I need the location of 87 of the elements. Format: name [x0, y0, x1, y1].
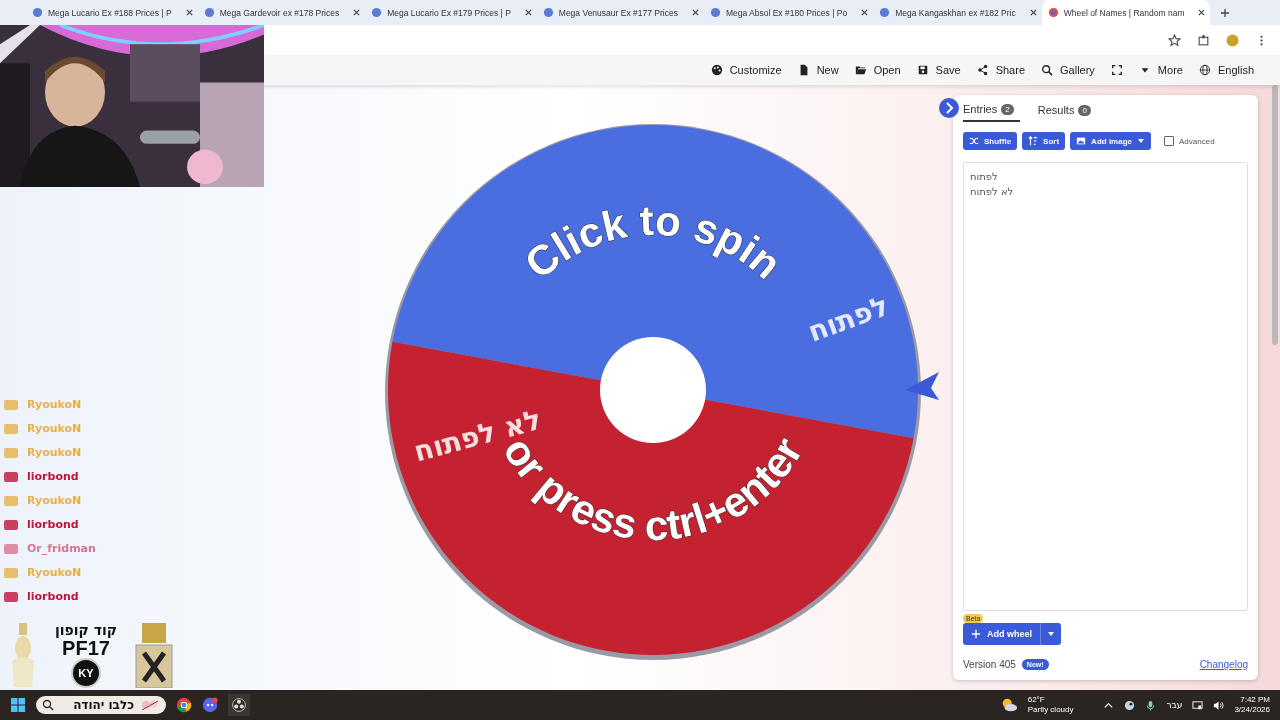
- chat-username: RyoukoN: [27, 422, 82, 435]
- checkbox[interactable]: [1164, 136, 1174, 146]
- toolbar-button[interactable]: More: [1130, 60, 1191, 80]
- browser-tab[interactable]: Mega Gardevoir ex #178 Prices: [197, 0, 366, 25]
- action-button[interactable]: Sort: [1022, 132, 1066, 150]
- browser-tab[interactable]: Mega Lucario Ex #188 Prices | P: [26, 0, 198, 25]
- language-label[interactable]: עבר: [1166, 700, 1183, 710]
- folder-icon: [854, 64, 867, 76]
- browser-tab[interactable]: Wheel of Names | Random nam: [1041, 0, 1211, 25]
- chevron-icon[interactable]: [939, 98, 959, 118]
- close-icon[interactable]: [184, 8, 194, 17]
- toolbar-button[interactable]: English: [1190, 60, 1262, 80]
- chat-username: liorbond: [27, 590, 79, 603]
- browser-tab[interactable]: Mega Kangaskhan ex #182 Pric: [873, 0, 1042, 25]
- toolbar-button[interactable]: Share: [968, 60, 1033, 80]
- close-icon[interactable]: [860, 8, 870, 17]
- chat-username: RyoukoN: [27, 494, 82, 507]
- fullscreen-icon: [1110, 64, 1123, 76]
- date-label[interactable]: 3/24/2026: [1234, 705, 1270, 715]
- sort-icon: [1028, 136, 1039, 146]
- toolbar-button[interactable]: Customize: [702, 60, 790, 80]
- blossom-icon: [140, 699, 160, 711]
- caret-icon: [1047, 630, 1055, 638]
- weather-label: Partly cloudy: [1027, 705, 1074, 715]
- site-icon: [709, 7, 721, 18]
- action-button[interactable]: Shuffle: [963, 132, 1018, 150]
- site-icon: [879, 7, 891, 18]
- plus-icon: [971, 629, 981, 639]
- entries-field[interactable]: לפתוח לא לפתוח: [963, 162, 1248, 611]
- close-icon[interactable]: [523, 8, 533, 17]
- toolbar-button[interactable]: Gallery: [1033, 60, 1103, 80]
- browser-tab[interactable]: Mega Lucario Ex #179 Prices | P: [365, 0, 537, 25]
- site-icon: [1047, 7, 1059, 18]
- panel-tab[interactable]: Entries 2: [963, 103, 1020, 122]
- close-icon[interactable]: [1197, 8, 1207, 17]
- search-icon: [42, 699, 54, 711]
- search-icon: [1041, 64, 1053, 76]
- action-button[interactable]: Add image: [1070, 132, 1151, 150]
- checkbox-label: Advanced: [1179, 136, 1215, 146]
- add-wheel-button[interactable]: Add wheel: [963, 623, 1040, 645]
- recorder-icon[interactable]: [228, 694, 250, 716]
- version-label: Version 405: [963, 659, 1016, 670]
- star-icon[interactable]: [1168, 33, 1181, 47]
- changelog-link[interactable]: Changelog: [1199, 659, 1248, 670]
- toolbar-button[interactable]: Save: [908, 60, 969, 80]
- chat-username: liorbond: [27, 518, 79, 531]
- palette-icon: [710, 64, 723, 76]
- site-icon: [371, 7, 383, 18]
- toolbar-button[interactable]: Open: [846, 60, 909, 80]
- caret-icon: [1137, 137, 1145, 145]
- globe-icon: [1198, 64, 1211, 76]
- chat-app-icon[interactable]: [202, 697, 218, 713]
- search-field[interactable]: כלבו יהודה: [36, 696, 166, 714]
- chrome-icon[interactable]: [176, 697, 192, 713]
- site-icon: [32, 7, 43, 18]
- microphone-icon[interactable]: [1145, 699, 1157, 711]
- network-icon[interactable]: [1192, 699, 1204, 711]
- floppy-icon: [916, 64, 929, 76]
- site-icon: [203, 7, 215, 18]
- browser-tab[interactable]: Mega Absol Ex #180 Prices | Po: [703, 0, 874, 25]
- dropdown-button[interactable]: [1040, 623, 1061, 645]
- segment-label: לפתוח: [803, 289, 894, 349]
- new-tab-icon[interactable]: [1220, 7, 1231, 18]
- shuffle-icon: [969, 136, 979, 146]
- chat-username: RyoukoN: [27, 446, 82, 459]
- image-icon: [1076, 136, 1087, 146]
- time-label[interactable]: 7:42 PM: [1240, 695, 1270, 705]
- toolbar-button[interactable]: New: [789, 60, 847, 80]
- close-icon[interactable]: [352, 8, 362, 17]
- share-icon: [976, 64, 989, 76]
- start-icon[interactable]: [10, 697, 26, 713]
- coupon-code: PF17: [62, 638, 110, 658]
- chat-username: RyoukoN: [27, 398, 82, 411]
- chat-username: Or_fridman: [27, 542, 96, 555]
- temperature-label: 62°F: [1027, 695, 1046, 705]
- steam-icon[interactable]: [1124, 699, 1136, 711]
- site-icon: [542, 7, 554, 18]
- spin-prompt: Click to spin: [515, 196, 791, 288]
- close-icon[interactable]: [1028, 8, 1038, 17]
- panel-tab[interactable]: Results 0: [1037, 103, 1097, 122]
- speaker-icon[interactable]: [1213, 699, 1225, 711]
- coupon-title: קוד קופון: [54, 622, 118, 638]
- close-icon[interactable]: [690, 8, 700, 17]
- chat-username: RyoukoN: [27, 566, 82, 579]
- chat-username: liorbond: [27, 470, 79, 483]
- pointer-icon: [905, 372, 939, 400]
- browser-tab[interactable]: Mega Venusaur Ex #177 Prices: [536, 0, 704, 25]
